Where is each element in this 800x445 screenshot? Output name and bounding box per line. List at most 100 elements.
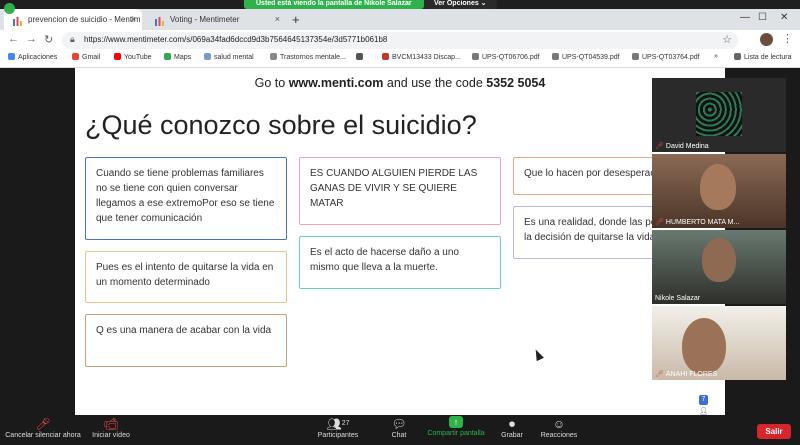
muted-mic-icon: 🎤︎ bbox=[655, 371, 664, 378]
shield-icon bbox=[4, 3, 15, 14]
share-banner-message: Usted está viendo la pantalla de Nikole … bbox=[244, 0, 424, 9]
record-icon: ⏺︎ bbox=[508, 417, 515, 431]
video-tile[interactable]: 🎤︎ David Medina bbox=[652, 78, 786, 152]
forward-icon[interactable]: → bbox=[26, 33, 37, 45]
muted-mic-icon: 🎤︎ bbox=[655, 143, 664, 150]
view-options-button[interactable]: Ver Opciones ⌄ bbox=[424, 0, 497, 9]
reading-list-icon bbox=[734, 53, 741, 60]
reactions-label: Reacciones bbox=[540, 432, 578, 439]
mouse-cursor-icon bbox=[532, 347, 544, 362]
start-video-button[interactable]: 📹︎ Iniciar vídeo bbox=[86, 416, 136, 439]
tab-close-icon[interactable]: × bbox=[275, 9, 280, 30]
bookmark-globe[interactable] bbox=[356, 53, 366, 61]
response-card: Q es una manera de acabar con la vida bbox=[85, 314, 287, 367]
globe-icon bbox=[204, 53, 211, 60]
response-card: Es el acto de hacerse daño a uno mismo q… bbox=[299, 236, 501, 289]
response-card: Pues es el intento de quitarse la vida e… bbox=[85, 251, 287, 303]
globe-icon bbox=[356, 53, 363, 60]
new-tab-button[interactable]: + bbox=[292, 12, 300, 27]
lock-icon: 🔒︎ bbox=[70, 34, 75, 44]
participant-name: HUMBERTO MATA M... bbox=[665, 219, 740, 226]
participant-video bbox=[700, 164, 736, 210]
bookmark-bvcm[interactable]: BVCM13433 Discap... bbox=[382, 53, 461, 61]
bookmark-apps[interactable]: Aplicaciones bbox=[8, 53, 57, 61]
participant-name: Nikole Salazar bbox=[655, 295, 701, 302]
chat-icon: 💬︎ bbox=[391, 417, 407, 431]
bookmark-ups-qt04539[interactable]: UPS-QT04539.pdf bbox=[552, 53, 620, 61]
start-video-label: Iniciar vídeo bbox=[92, 432, 130, 439]
participants-count: 27 bbox=[341, 420, 350, 427]
join-instructions: Go to www.menti.com and use the code 535… bbox=[254, 76, 546, 90]
bookmark-gmail[interactable]: Gmail bbox=[72, 53, 100, 61]
tab-voting[interactable]: Voting - Mentimeter × bbox=[146, 9, 286, 30]
gmail-icon bbox=[72, 53, 79, 60]
minimize-icon[interactable]: — bbox=[740, 12, 750, 23]
tab-title: Voting - Mentimeter bbox=[170, 15, 240, 24]
participant-video bbox=[702, 238, 736, 282]
record-button[interactable]: ⏺︎ Grabar bbox=[500, 416, 524, 439]
zoom-meeting-toolbar: 🎤︎ Cancelar silenciar ahora 📹︎ Iniciar v… bbox=[0, 415, 800, 445]
reading-list[interactable]: Lista de lectura bbox=[734, 53, 791, 61]
unmute-label: Cancelar silenciar ahora bbox=[5, 432, 81, 439]
bookmark-maps[interactable]: Maps bbox=[164, 53, 191, 61]
browser-toolbar: ← → ↻ 🔒︎ https://www.mentimeter.com/s/06… bbox=[0, 30, 800, 51]
response-card: Cuando se tiene problemas familiares no … bbox=[85, 157, 287, 240]
globe-icon bbox=[632, 53, 639, 60]
record-label: Grabar bbox=[501, 432, 523, 439]
bookmark-trastornos[interactable]: Trastornos mentale... bbox=[270, 53, 346, 61]
response-card: ES CUANDO ALGUIEN PIERDE LAS GANAS DE VI… bbox=[299, 157, 501, 225]
chat-label: Chat bbox=[391, 432, 407, 439]
back-icon[interactable]: ← bbox=[8, 33, 19, 45]
browser-menu-icon[interactable]: ⋮ bbox=[782, 32, 793, 45]
close-window-icon[interactable]: ✕ bbox=[780, 12, 788, 23]
share-screen-label: Compartir pantalla bbox=[427, 430, 485, 437]
mentimeter-favicon-icon bbox=[154, 14, 165, 26]
bookmarks-overflow-button[interactable]: » bbox=[714, 53, 718, 60]
globe-icon bbox=[552, 53, 559, 60]
bookmark-ups-qt03764[interactable]: UPS-QT03764.pdf bbox=[632, 53, 700, 61]
tab-title: prevencion de suicidio - Mentim bbox=[28, 15, 141, 24]
response-count-badge: 7 bbox=[699, 395, 708, 405]
mentimeter-slide: Go to www.menti.com and use the code 535… bbox=[75, 68, 725, 415]
maximize-icon[interactable]: ☐ bbox=[758, 12, 767, 23]
reactions-button[interactable]: ☺︎ Reacciones bbox=[540, 416, 578, 439]
unmute-button[interactable]: 🎤︎ Cancelar silenciar ahora bbox=[4, 416, 82, 439]
join-code: 5352 5054 bbox=[486, 76, 546, 90]
video-off-icon: 📹︎ bbox=[103, 417, 119, 431]
bookmark-youtube[interactable]: YouTube bbox=[114, 53, 152, 61]
video-tile[interactable]: Nikole Salazar bbox=[652, 230, 786, 304]
pdf-icon bbox=[382, 53, 389, 60]
participant-video bbox=[682, 318, 726, 374]
video-tile[interactable]: 🎤︎ ANAHI FLORES bbox=[652, 306, 786, 380]
reload-icon[interactable]: ↻ bbox=[44, 33, 53, 46]
join-site: www.menti.com bbox=[288, 76, 384, 90]
participant-name: ANAHI FLORES bbox=[665, 371, 718, 378]
muted-mic-icon: 🎤︎ bbox=[35, 417, 51, 431]
participants-video-panel: 🎤︎ David Medina 🎤︎ HUMBERTO MATA M... Niko… bbox=[652, 78, 786, 382]
muted-mic-icon: 🎤︎ bbox=[655, 219, 664, 226]
url-text: https://www.mentimeter.com/s/069a34fad6d… bbox=[84, 35, 388, 44]
participants-button[interactable]: 👥︎27 Participantes bbox=[310, 416, 366, 439]
smiley-icon: ☺︎ bbox=[552, 417, 566, 431]
globe-icon bbox=[472, 53, 479, 60]
address-bar[interactable]: 🔒︎ https://www.mentimeter.com/s/069a34fa… bbox=[62, 32, 738, 49]
profile-avatar[interactable] bbox=[760, 33, 773, 46]
bookmark-star-icon[interactable]: ☆ bbox=[722, 33, 732, 46]
screen-share-banner: Usted está viendo la pantalla de Nikole … bbox=[0, 0, 800, 9]
bookmark-salud-mental[interactable]: salud mental bbox=[204, 53, 254, 61]
apps-grid-icon bbox=[8, 53, 15, 60]
bookmark-ups-qt06706[interactable]: UPS-QT06706.pdf bbox=[472, 53, 540, 61]
share-screen-button[interactable]: ↑ Compartir pantalla bbox=[424, 416, 488, 437]
tab-mentimeter-presentation[interactable]: prevencion de suicidio - Mentim × bbox=[4, 9, 142, 30]
person-icon: 👤︎ bbox=[699, 408, 708, 415]
leave-meeting-button[interactable]: Salir bbox=[757, 424, 791, 439]
chat-button[interactable]: 💬︎ Chat bbox=[386, 416, 412, 439]
bookmarks-bar: Aplicaciones Gmail YouTube Maps salud me… bbox=[0, 51, 800, 68]
tab-close-icon[interactable]: × bbox=[131, 9, 136, 30]
share-screen-icon: ↑ bbox=[449, 416, 463, 428]
page-icon bbox=[270, 53, 277, 60]
youtube-icon bbox=[114, 53, 121, 60]
video-tile[interactable]: 🎤︎ HUMBERTO MATA M... bbox=[652, 154, 786, 228]
participants-icon: 👥︎ bbox=[326, 417, 342, 431]
maps-icon bbox=[164, 53, 171, 60]
